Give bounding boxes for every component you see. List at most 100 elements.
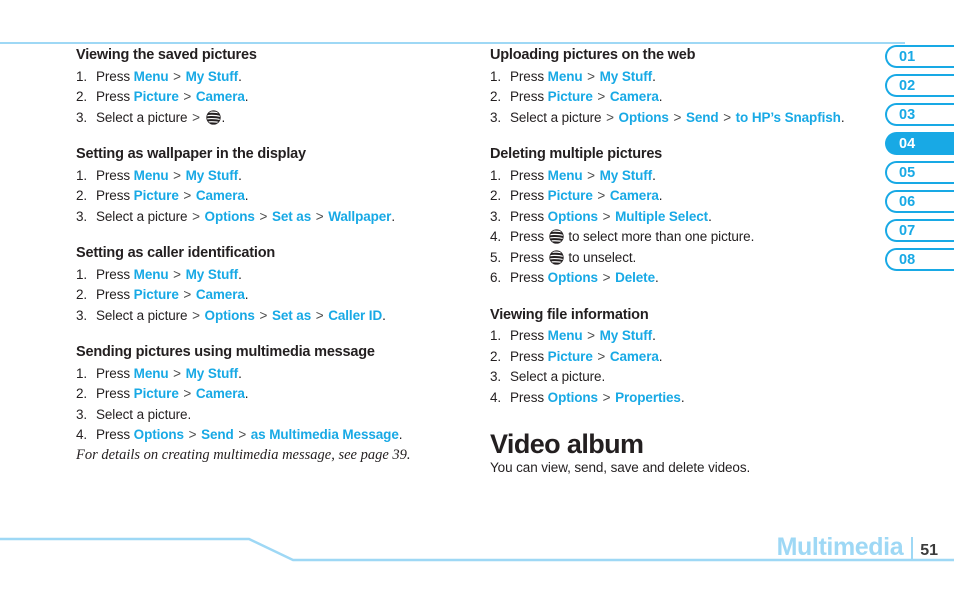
step-text: . — [680, 389, 685, 405]
step-list: 1. Press Menu > My Stuff. 2. Press Picture … — [76, 364, 476, 446]
instruction-section: Uploading pictures on the web 1. Press Men… — [490, 46, 890, 128]
step-text: Select a picture. — [96, 406, 192, 422]
step-separator: > — [593, 348, 609, 364]
step-text: . — [244, 89, 249, 105]
step-text: Select a picture — [510, 109, 606, 125]
step-separator: > — [606, 109, 618, 125]
step-item: 1. Press Menu > My Stuff. — [76, 364, 476, 385]
step-number: 4. — [490, 389, 502, 405]
page-content: Viewing the saved pictures 1. Press Menu >… — [0, 46, 885, 516]
step-separator: > — [669, 109, 685, 125]
chapter-tab-label: 06 — [899, 193, 916, 210]
step-separator: > — [312, 307, 328, 323]
section-heading: Sending pictures using multimedia messag… — [76, 344, 375, 361]
chapter-tab-03[interactable]: 03 — [885, 103, 954, 126]
instruction-section: Setting as wallpaper in the display 1. Pre… — [76, 145, 476, 227]
step-text: Press — [510, 348, 548, 364]
step-text: . — [652, 328, 656, 344]
chapter-tab-04[interactable]: 04 — [885, 132, 954, 155]
step-text: . — [654, 270, 659, 286]
step-number: 2. — [76, 89, 88, 105]
ui-keyword: Options — [547, 270, 598, 286]
step-number: 2. — [76, 188, 88, 204]
ui-keyword: Camera — [195, 89, 245, 105]
chapter-tab-strip[interactable]: 01 02 03 04 05 06 07 08 — [885, 45, 954, 277]
step-number: 1. — [490, 167, 502, 183]
step-list: 1. Press Menu > My Stuff. 2. Press Picture … — [490, 166, 890, 289]
chapter-tab-06[interactable]: 06 — [885, 190, 954, 213]
step-text: Select a picture — [96, 208, 192, 224]
chapter-tab-08[interactable]: 08 — [885, 248, 954, 271]
step-text: Press — [510, 249, 548, 265]
ui-keyword: My Stuff — [185, 266, 239, 282]
step-number: 1. — [76, 266, 88, 282]
section-heading: Viewing the saved pictures — [76, 47, 257, 63]
chapter-tab-label: 02 — [899, 77, 916, 94]
step-separator: > — [598, 208, 615, 224]
step-number: 1. — [76, 365, 88, 381]
chapter-tab-07[interactable]: 07 — [885, 219, 954, 242]
section-note: For details on creating multimedia messa… — [76, 446, 411, 463]
step-text: . — [238, 68, 242, 84]
step-text: Press — [96, 427, 134, 443]
ui-keyword: Send — [685, 109, 719, 125]
page-footer: Multimedia 51 — [0, 515, 954, 593]
ui-keyword: Picture — [133, 89, 179, 105]
ui-keyword: Camera — [195, 386, 245, 402]
ui-keyword: Picture — [133, 386, 179, 402]
step-text: . — [658, 348, 663, 364]
step-text: Press — [96, 266, 134, 282]
step-separator: > — [593, 89, 609, 105]
section-heading: Setting as wallpaper in the display — [76, 146, 306, 163]
step-separator: > — [169, 68, 185, 84]
ui-keyword: Set as — [271, 208, 312, 224]
step-item: 2. Press Picture > Camera. — [76, 87, 476, 108]
chapter-tab-label: 03 — [899, 106, 916, 123]
att-globe-icon — [205, 109, 221, 125]
ui-keyword: Caller ID — [328, 307, 383, 323]
step-text: Press — [96, 365, 134, 381]
chapter-tab-label: 08 — [899, 251, 916, 268]
step-text: Press — [96, 287, 134, 303]
ui-keyword: Picture — [133, 287, 179, 303]
step-separator: > — [192, 109, 204, 125]
ui-keyword: Menu — [133, 68, 169, 84]
step-number: 1. — [76, 68, 88, 84]
ui-keyword: Menu — [547, 167, 583, 183]
step-item: 2. Press Picture > Camera. — [490, 87, 890, 108]
step-separator: > — [255, 307, 271, 323]
step-item: 3. Select a picture > Options > Send > to… — [490, 108, 890, 129]
instruction-section: Viewing the saved pictures 1. Press Menu >… — [76, 46, 476, 128]
step-item: 4. Press to select more than one picture. — [490, 227, 890, 248]
step-list: 1. Press Menu > My Stuff. 2. Press Picture … — [76, 265, 476, 327]
chapter-tab-02[interactable]: 02 — [885, 74, 954, 97]
step-item: 1. Press Menu > My Stuff. — [490, 326, 890, 347]
ui-keyword: Menu — [547, 68, 583, 84]
ui-keyword: Options — [618, 109, 669, 125]
step-number: 1. — [76, 167, 88, 183]
chapter-tab-01[interactable]: 01 — [885, 45, 954, 68]
step-text: . — [244, 188, 249, 204]
step-number: 2. — [76, 386, 88, 402]
instruction-section: Sending pictures using multimedia messag… — [76, 343, 476, 464]
step-item: 3. Select a picture. — [76, 405, 476, 426]
step-text: Select a picture — [96, 109, 192, 125]
step-text: . — [238, 167, 242, 183]
step-item: 2. Press Picture > Camera. — [76, 384, 476, 405]
chapter-tab-05[interactable]: 05 — [885, 161, 954, 184]
step-separator: > — [593, 188, 609, 204]
step-text: Press — [510, 167, 548, 183]
step-text: Press — [510, 229, 548, 245]
step-separator: > — [192, 307, 204, 323]
step-item: 3. Select a picture > Options > Set as > … — [76, 306, 476, 327]
instruction-section: Deleting multiple pictures 1. Press Menu >… — [490, 145, 890, 289]
ui-keyword: Camera — [609, 188, 659, 204]
step-text: Press — [510, 188, 548, 204]
step-separator: > — [312, 208, 328, 224]
step-separator: > — [179, 188, 195, 204]
step-text: Press — [96, 89, 134, 105]
ui-keyword: Properties — [615, 389, 681, 405]
step-number: 3. — [76, 208, 88, 224]
ui-keyword: My Stuff — [185, 167, 239, 183]
step-list: 1. Press Menu > My Stuff. 2. Press Picture … — [490, 67, 890, 129]
